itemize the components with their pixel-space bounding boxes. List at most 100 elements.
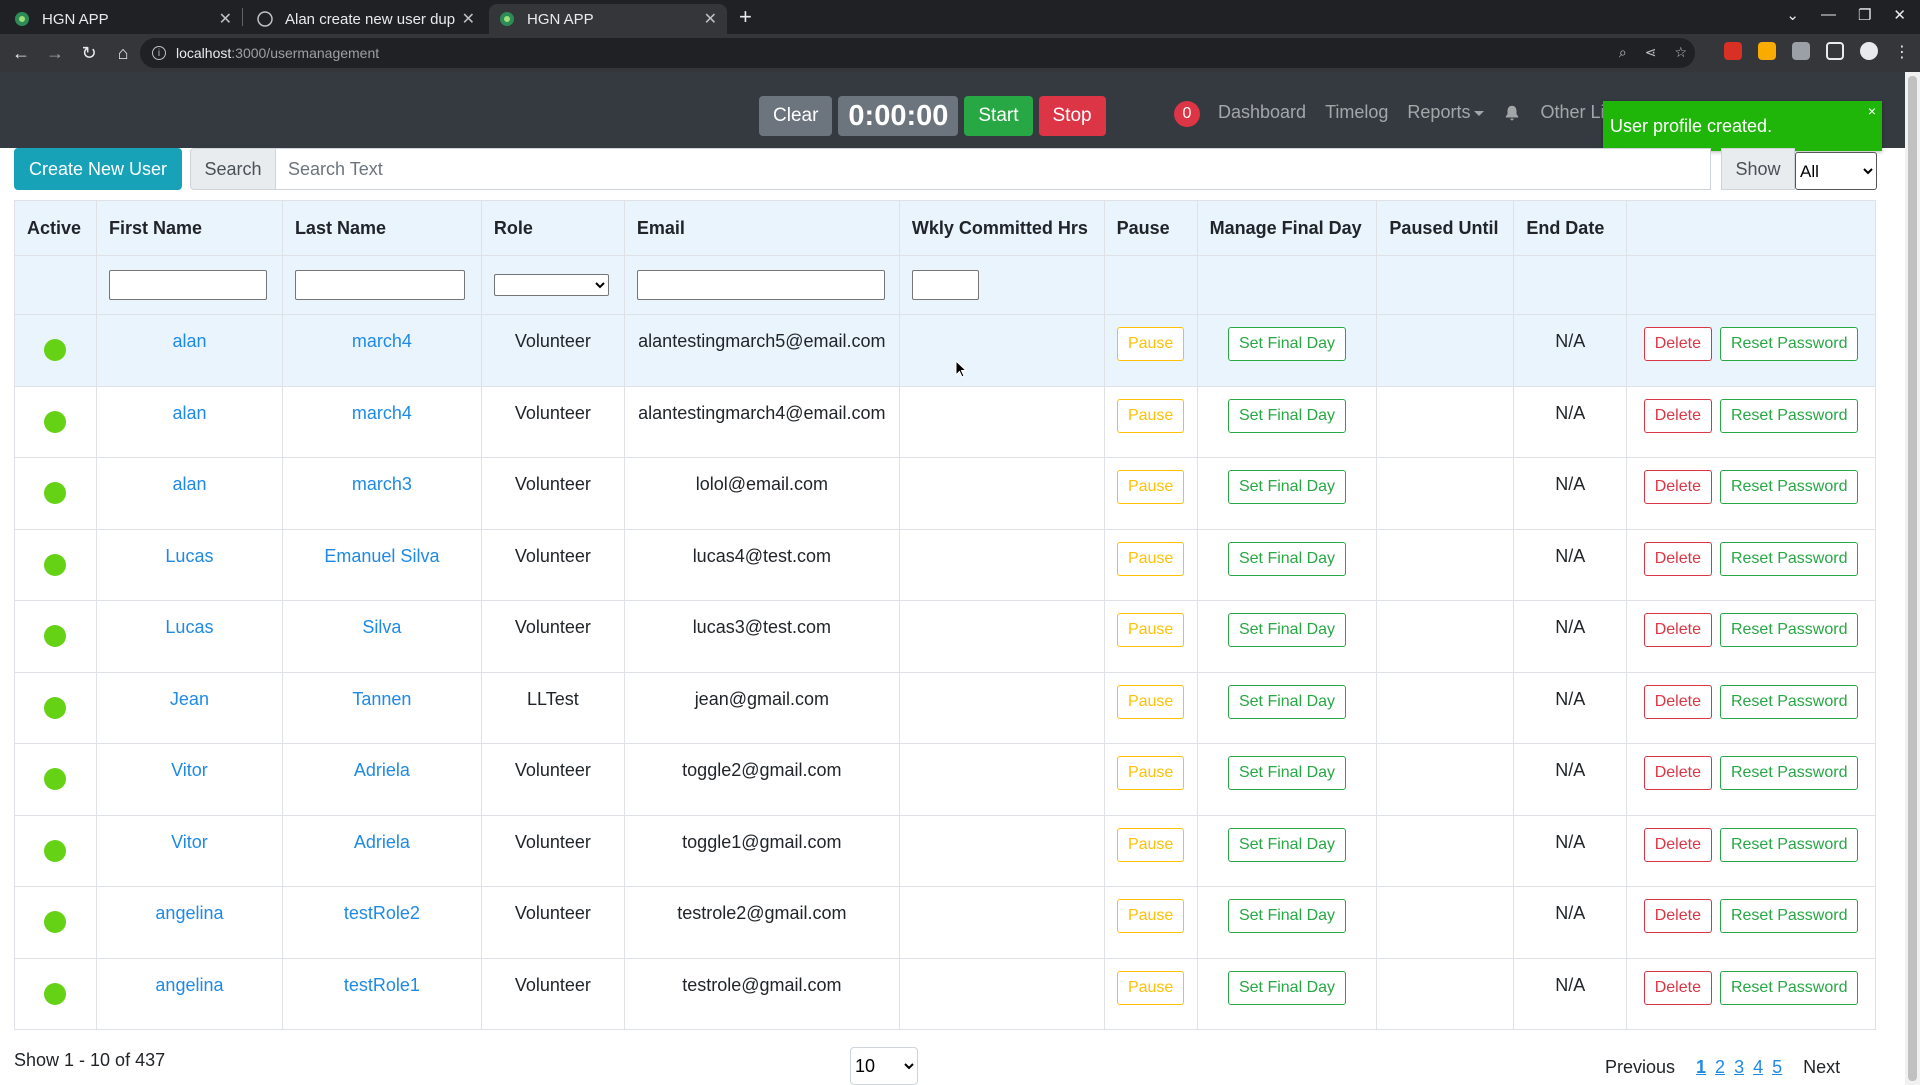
active-status-dot[interactable] <box>44 696 67 719</box>
active-status-dot[interactable] <box>44 982 67 1005</box>
first-name-link[interactable]: Lucas <box>165 546 213 566</box>
pause-button[interactable]: Pause <box>1116 398 1185 433</box>
email-filter-input[interactable] <box>636 270 885 300</box>
pause-button[interactable]: Pause <box>1116 827 1185 862</box>
set-final-day-button[interactable]: Set Final Day <box>1227 756 1347 790</box>
delete-button[interactable]: Delete <box>1643 541 1712 576</box>
reset-password-button[interactable]: Reset Password <box>1719 827 1859 862</box>
pause-button[interactable]: Pause <box>1116 756 1185 790</box>
first-name-link[interactable]: alan <box>172 474 206 494</box>
close-window-icon[interactable]: ✕ <box>1893 6 1906 24</box>
active-status-dot[interactable] <box>44 410 67 433</box>
active-status-dot[interactable] <box>44 553 67 576</box>
first-name-link[interactable]: Jean <box>170 689 209 709</box>
last-name-link[interactable]: march4 <box>352 331 412 351</box>
reset-password-button[interactable]: Reset Password <box>1719 327 1859 361</box>
active-status-dot[interactable] <box>44 625 67 647</box>
tab-search-icon[interactable]: ⌄ <box>1786 6 1799 24</box>
reset-password-button[interactable]: Reset Password <box>1719 541 1859 576</box>
delete-button[interactable]: Delete <box>1643 827 1712 862</box>
page-3-link[interactable]: 3 <box>1734 1057 1744 1078</box>
set-final-day-button[interactable]: Set Final Day <box>1227 470 1347 504</box>
show-select[interactable]: All <box>1795 152 1877 190</box>
first-name-link[interactable]: Lucas <box>165 617 213 637</box>
reset-password-button[interactable]: Reset Password <box>1719 398 1859 433</box>
previous-page-button[interactable]: Previous <box>1605 1057 1675 1078</box>
timer-start-button[interactable]: Start <box>964 96 1033 136</box>
browser-tab-2[interactable]: Alan create new user duplicate ✕ <box>247 4 485 34</box>
nav-other-links[interactable]: Other Li <box>1540 102 1604 123</box>
page-1-link[interactable]: 1 <box>1696 1057 1706 1078</box>
search-input[interactable] <box>275 148 1711 190</box>
back-icon[interactable]: ← <box>4 43 38 64</box>
set-final-day-button[interactable]: Set Final Day <box>1227 899 1347 933</box>
timer-stop-button[interactable]: Stop <box>1038 96 1106 136</box>
delete-button[interactable]: Delete <box>1643 327 1712 361</box>
scrollbar-thumb[interactable] <box>1908 76 1917 1081</box>
new-tab-icon[interactable]: + <box>739 4 752 30</box>
nav-reports-dropdown[interactable]: Reports <box>1407 102 1485 123</box>
pause-button[interactable]: Pause <box>1116 613 1185 647</box>
notification-count-badge[interactable]: 0 <box>1174 101 1200 127</box>
active-status-dot[interactable] <box>44 482 67 504</box>
first-name-link[interactable]: alan <box>172 403 206 423</box>
site-info-icon[interactable]: i <box>152 46 166 60</box>
delete-button[interactable]: Delete <box>1643 470 1712 504</box>
delete-button[interactable]: Delete <box>1643 899 1712 933</box>
page-size-select[interactable]: 10 <box>850 1047 918 1085</box>
first-name-link[interactable]: angelina <box>155 903 223 923</box>
first-name-link[interactable]: Vitor <box>171 832 208 852</box>
last-name-link[interactable]: Silva <box>362 617 401 637</box>
bell-icon[interactable] <box>1503 104 1521 122</box>
next-page-button[interactable]: Next <box>1803 1057 1840 1078</box>
pause-button[interactable]: Pause <box>1116 970 1185 1005</box>
first-name-filter-input[interactable] <box>108 270 267 300</box>
last-name-link[interactable]: Adriela <box>354 832 410 852</box>
last-name-filter-input[interactable] <box>294 270 465 300</box>
active-status-dot[interactable] <box>44 839 67 862</box>
role-filter-select[interactable] <box>493 274 609 297</box>
active-status-dot[interactable] <box>44 339 67 361</box>
page-4-link[interactable]: 4 <box>1753 1057 1763 1078</box>
forward-icon[interactable]: → <box>38 43 72 64</box>
delete-button[interactable]: Delete <box>1643 756 1712 790</box>
extension-red-icon[interactable] <box>1724 42 1742 60</box>
last-name-link[interactable]: march3 <box>352 474 412 494</box>
first-name-link[interactable]: alan <box>172 331 206 351</box>
hours-filter-input[interactable] <box>911 270 979 300</box>
reload-icon[interactable]: ↻ <box>72 43 106 64</box>
set-final-day-button[interactable]: Set Final Day <box>1227 327 1347 361</box>
set-final-day-button[interactable]: Set Final Day <box>1227 827 1347 862</box>
address-bar[interactable]: i localhost:3000/usermanagement ⌕ ⋖ ☆ <box>140 38 1695 68</box>
last-name-link[interactable]: march4 <box>352 403 412 423</box>
reset-password-button[interactable]: Reset Password <box>1719 684 1859 719</box>
bookmark-star-icon[interactable]: ☆ <box>1674 44 1687 61</box>
last-name-link[interactable]: Tannen <box>352 689 411 709</box>
set-final-day-button[interactable]: Set Final Day <box>1227 613 1347 647</box>
share-icon[interactable]: ⋖ <box>1645 44 1657 61</box>
last-name-link[interactable]: Adriela <box>354 760 410 780</box>
reset-password-button[interactable]: Reset Password <box>1719 470 1859 504</box>
home-icon[interactable]: ⌂ <box>106 43 140 64</box>
reset-password-button[interactable]: Reset Password <box>1719 613 1859 647</box>
first-name-link[interactable]: Vitor <box>171 760 208 780</box>
page-scrollbar[interactable] <box>1905 72 1920 1085</box>
set-final-day-button[interactable]: Set Final Day <box>1227 541 1347 576</box>
active-status-dot[interactable] <box>44 911 67 933</box>
nav-timelog-link[interactable]: Timelog <box>1325 102 1388 123</box>
reset-password-button[interactable]: Reset Password <box>1719 899 1859 933</box>
nav-dashboard-link[interactable]: Dashboard <box>1218 102 1306 123</box>
pause-button[interactable]: Pause <box>1116 684 1185 719</box>
extensions-puzzle-icon[interactable] <box>1792 42 1810 60</box>
extension-pencil-icon[interactable] <box>1758 42 1776 60</box>
browser-tab-3[interactable]: HGN APP ✕ <box>489 4 727 34</box>
browser-tab-1[interactable]: HGN APP ✕ <box>4 4 242 34</box>
page-2-link[interactable]: 2 <box>1715 1057 1725 1078</box>
delete-button[interactable]: Delete <box>1643 970 1712 1005</box>
pause-button[interactable]: Pause <box>1116 327 1185 361</box>
pause-button[interactable]: Pause <box>1116 899 1185 933</box>
tab-close-icon[interactable]: ✕ <box>704 9 717 29</box>
set-final-day-button[interactable]: Set Final Day <box>1227 398 1347 433</box>
delete-button[interactable]: Delete <box>1643 613 1712 647</box>
delete-button[interactable]: Delete <box>1643 398 1712 433</box>
